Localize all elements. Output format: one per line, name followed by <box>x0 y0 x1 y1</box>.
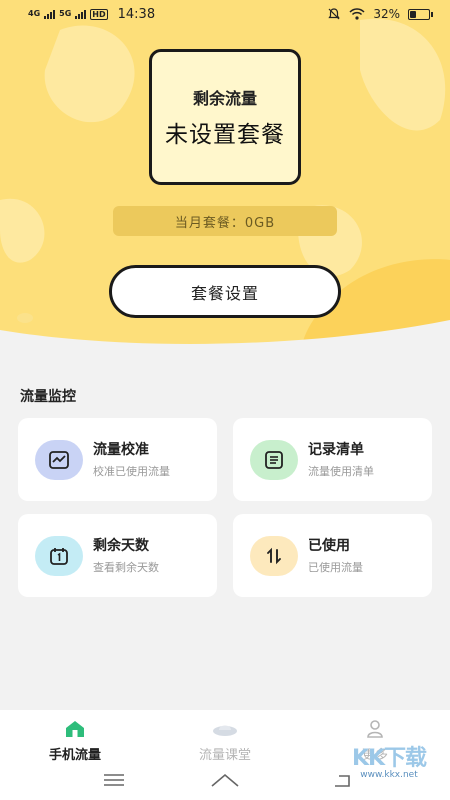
remaining-traffic-card: 剩余流量 未设置套餐 <box>149 49 301 185</box>
tile-title: 流量校准 <box>93 442 149 458</box>
watermark-logo-text: KK下载 <box>351 746 427 771</box>
tile-subtitle: 已使用流量 <box>308 561 363 574</box>
list-icon-badge <box>250 440 298 480</box>
tile-title: 剩余天数 <box>93 538 149 554</box>
chart-icon-badge <box>35 440 83 480</box>
tab-mobile-traffic[interactable]: 手机流量 <box>20 718 130 768</box>
tile-remaining-days[interactable]: 剩余天数 查看剩余天数 <box>18 514 217 597</box>
tile-title: 记录清单 <box>308 442 364 458</box>
menu-nav-button[interactable] <box>94 768 134 792</box>
tile-used-traffic[interactable]: 已使用 已使用流量 <box>233 514 432 597</box>
battery-fill <box>410 10 417 18</box>
signal-label-5g: 5G <box>59 9 72 18</box>
watermark-url: www.kkx.net <box>360 770 418 780</box>
tile-subtitle: 校准已使用流量 <box>93 465 170 478</box>
mute-icon <box>328 8 340 20</box>
tab-label: 流量课堂 <box>198 748 251 763</box>
tile-traffic-calibration[interactable]: 流量校准 校准已使用流量 <box>18 418 217 501</box>
tile-title: 已使用 <box>308 538 350 554</box>
user-icon <box>367 720 383 738</box>
sort-icon-badge <box>250 536 298 576</box>
calendar-icon <box>50 548 68 565</box>
home-nav-button[interactable] <box>205 768 245 792</box>
home-nav-icon <box>211 773 239 787</box>
tab-traffic-class[interactable]: 流量课堂 <box>170 718 280 768</box>
battery-icon <box>408 8 433 20</box>
ufo-icon <box>213 725 237 736</box>
battery-percent: 32% <box>373 7 400 21</box>
list-icon <box>265 451 283 469</box>
section-title-monitor: 流量监控 <box>20 389 76 405</box>
tile-subtitle: 查看剩余天数 <box>93 561 159 574</box>
signal-bars-icon <box>75 9 87 19</box>
status-time: 14:38 <box>117 6 156 22</box>
remaining-traffic-label: 剩余流量 <box>192 89 257 108</box>
hd-badge: HD <box>90 8 108 20</box>
chart-icon <box>49 451 69 469</box>
status-bar: 4G 5G HD 14:38 32% <box>0 0 450 28</box>
remaining-traffic-value: 未设置套餐 <box>165 122 285 148</box>
home-icon <box>66 721 84 737</box>
month-plan-badge: 当月套餐：0GB <box>113 206 337 236</box>
plan-settings-button[interactable]: 套餐设置 <box>109 265 341 318</box>
signal-bars-icon <box>44 9 56 19</box>
sort-icon <box>267 547 281 565</box>
menu-icon <box>104 774 124 786</box>
signal-label-4g: 4G <box>28 9 41 18</box>
tile-usage-records[interactable]: 记录清单 流量使用清单 <box>233 418 432 501</box>
tile-subtitle: 流量使用清单 <box>308 465 374 478</box>
watermark-logo: KK下载 www.kkx.net <box>334 740 444 798</box>
tab-label: 手机流量 <box>48 748 101 763</box>
wifi-icon <box>349 8 365 20</box>
calendar-icon-badge <box>35 536 83 576</box>
